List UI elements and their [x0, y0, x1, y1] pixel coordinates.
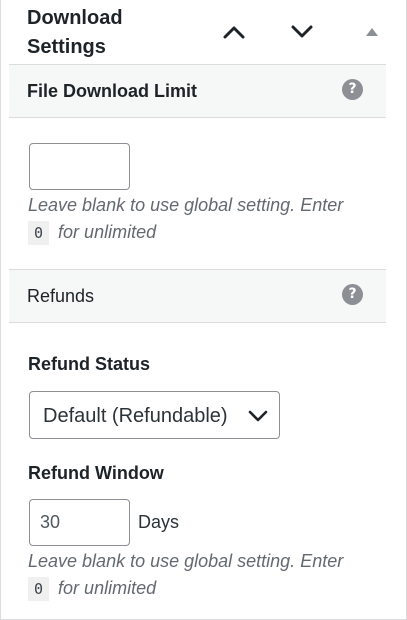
panel-header: Download Settings	[1, 0, 406, 64]
file-download-limit-input[interactable]	[29, 143, 130, 190]
refund-window-help: Leave blank to use global setting. Enter…	[28, 548, 398, 602]
refund-window-input[interactable]	[29, 499, 130, 546]
help-text-end: for unlimited	[58, 578, 157, 598]
toggle-panel-button[interactable]	[356, 16, 388, 48]
refund-status-label: Refund Status	[28, 354, 151, 374]
refund-window-unit: Days	[138, 512, 180, 532]
refund-status-select[interactable]: Default (Refundable)	[29, 391, 280, 439]
help-text-start: Leave blank to use global setting. Enter	[28, 195, 344, 215]
help-code: 0	[28, 221, 50, 245]
help-text-start: Leave blank to use global setting. Enter	[28, 551, 344, 571]
file-download-limit-header: File Download Limit ?	[9, 64, 386, 118]
refund-window-label: Refund Window	[28, 463, 164, 483]
question-circle-icon[interactable]: ?	[342, 284, 363, 305]
chevron-down-icon	[248, 410, 268, 422]
help-code: 0	[28, 577, 50, 601]
chevron-up-icon	[223, 26, 245, 39]
chevron-down-icon	[291, 25, 313, 38]
move-up-button[interactable]	[218, 16, 250, 48]
file-download-limit-label: File Download Limit	[27, 81, 197, 101]
refunds-header: Refunds ?	[9, 269, 386, 323]
panel-title: Download Settings	[27, 7, 123, 58]
file-download-limit-help: Leave blank to use global setting. Enter…	[28, 192, 398, 246]
refund-status-value: Default (Refundable)	[43, 405, 228, 427]
triangle-up-icon	[366, 28, 378, 36]
question-circle-icon[interactable]: ?	[342, 79, 363, 100]
move-down-button[interactable]	[286, 16, 318, 48]
refunds-label: Refunds	[27, 286, 95, 306]
download-settings-panel: Download Settings File Download Limit ? …	[0, 0, 407, 620]
help-text-end: for unlimited	[58, 222, 157, 242]
